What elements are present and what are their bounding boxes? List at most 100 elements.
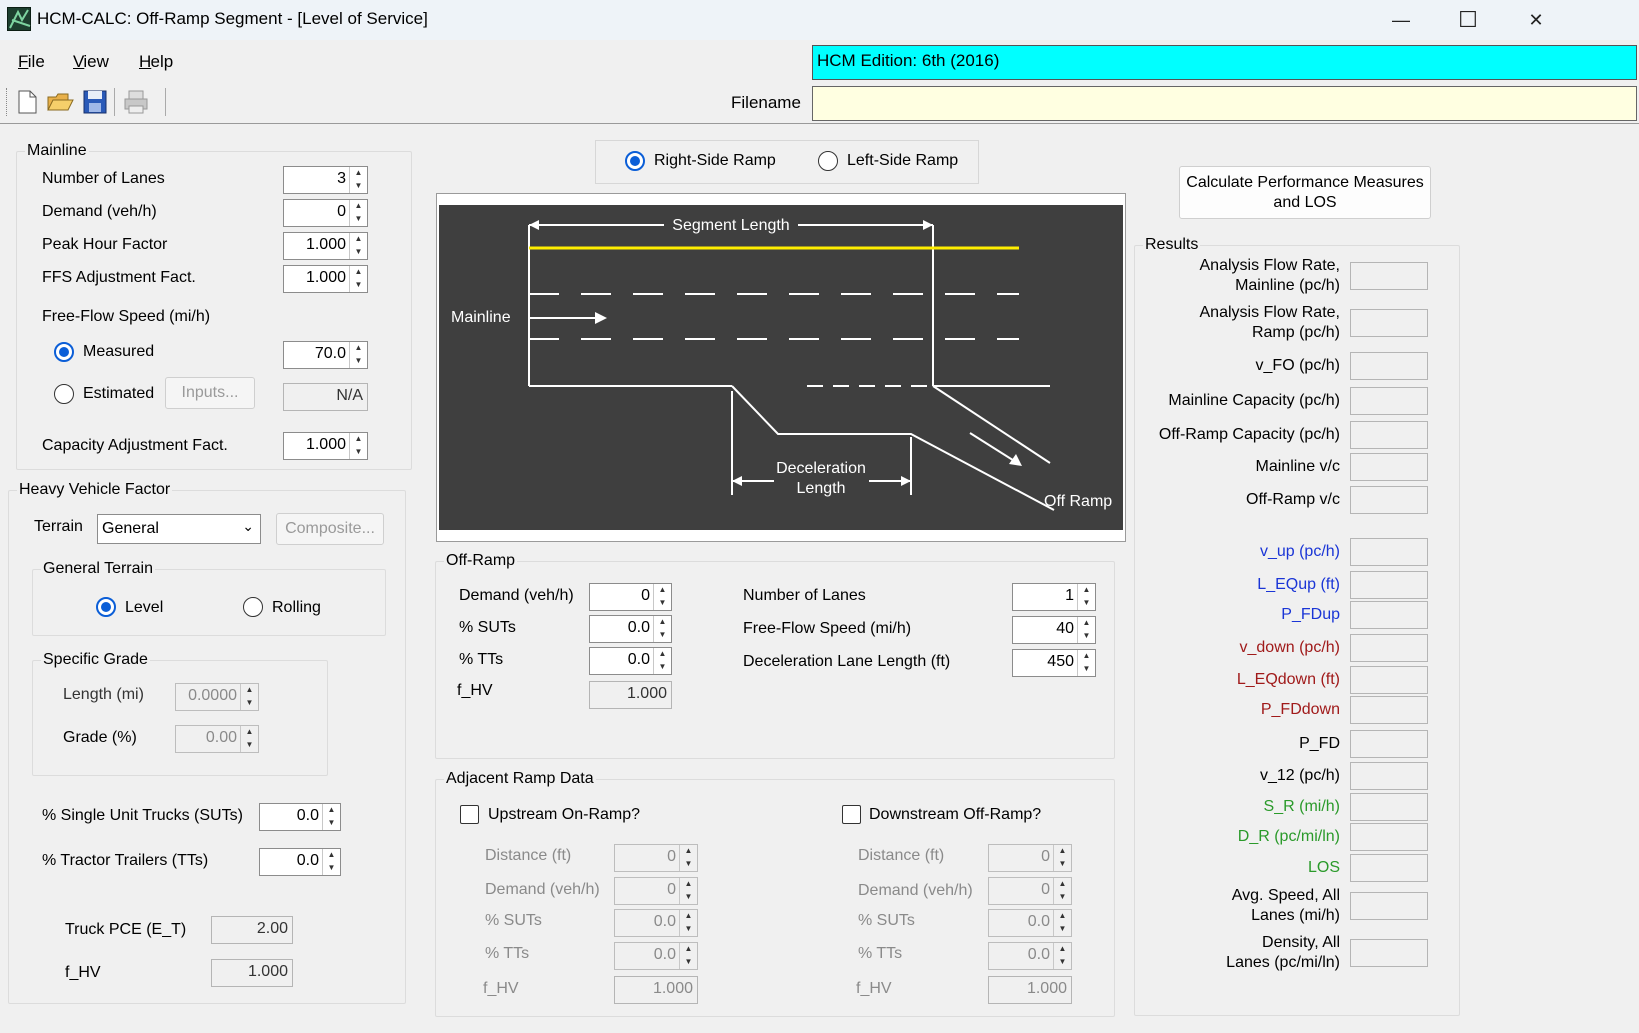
- spin-down-icon[interactable]: ▼: [1054, 891, 1071, 904]
- spin-up-icon[interactable]: ▲: [1054, 845, 1071, 858]
- tts-stepper[interactable]: 0.0 ▲ ▼: [259, 848, 341, 876]
- calculate-button[interactable]: Calculate Performance Measures and LOS: [1179, 166, 1431, 219]
- suts-stepper[interactable]: 0.0 ▲ ▼: [259, 803, 341, 831]
- hv-legend: Heavy Vehicle Factor: [19, 481, 171, 498]
- decel-length-stepper[interactable]: 450 ▲ ▼: [1012, 649, 1096, 677]
- spin-up-icon[interactable]: ▲: [680, 910, 697, 923]
- spin-down-icon[interactable]: ▼: [680, 956, 697, 969]
- spin-up-icon[interactable]: ▲: [680, 943, 697, 956]
- spin-up-icon[interactable]: ▲: [350, 433, 367, 446]
- open-folder-icon[interactable]: [46, 88, 74, 116]
- spin-down-icon[interactable]: ▼: [654, 661, 671, 674]
- spin-up-icon[interactable]: ▲: [350, 167, 367, 180]
- spin-down-icon[interactable]: ▼: [350, 180, 367, 193]
- spin-down-icon[interactable]: ▼: [1078, 630, 1095, 643]
- menu-view[interactable]: VView: [73, 52, 109, 72]
- offramp-suts-stepper[interactable]: 0.0 ▲ ▼: [589, 615, 672, 643]
- ffs-adj-stepper[interactable]: 1.000 ▲ ▼: [283, 265, 368, 293]
- up-distance-stepper[interactable]: 0 ▲ ▼: [614, 844, 698, 872]
- new-file-icon[interactable]: [14, 88, 40, 116]
- inputs-button[interactable]: Inputs...: [165, 377, 255, 409]
- level-radio[interactable]: [96, 597, 116, 617]
- close-button[interactable]: ✕: [1523, 8, 1549, 32]
- composite-button[interactable]: Composite...: [276, 513, 384, 545]
- result-label-line-1: Off-Ramp Capacity (pc/h): [1158, 426, 1340, 443]
- save-icon[interactable]: [82, 88, 108, 116]
- spin-up-icon[interactable]: ▲: [350, 233, 367, 246]
- spin-up-icon[interactable]: ▲: [654, 616, 671, 629]
- offramp-ffs-stepper[interactable]: 40 ▲ ▼: [1012, 616, 1096, 644]
- spin-down-icon[interactable]: ▼: [350, 446, 367, 459]
- result-value: [1350, 939, 1428, 967]
- spin-up-icon[interactable]: ▲: [1078, 650, 1095, 663]
- down-tts-stepper[interactable]: 0.0 ▲ ▼: [988, 942, 1072, 970]
- spin-down-icon[interactable]: ▼: [350, 355, 367, 368]
- left-side-radio[interactable]: [818, 151, 838, 171]
- spin-down-icon[interactable]: ▼: [680, 858, 697, 871]
- spin-down-icon[interactable]: ▼: [350, 246, 367, 259]
- spin-up-icon[interactable]: ▲: [654, 584, 671, 597]
- spin-up-icon[interactable]: ▲: [1078, 617, 1095, 630]
- spin-up-icon[interactable]: ▲: [323, 804, 340, 817]
- toolbar-grip: [6, 88, 9, 116]
- menu-help[interactable]: HHelp: [139, 52, 173, 72]
- spin-down-icon[interactable]: ▼: [680, 891, 697, 904]
- menu-file[interactable]: FFile: [18, 52, 45, 72]
- right-side-radio[interactable]: [625, 151, 645, 171]
- up-demand-stepper[interactable]: 0 ▲ ▼: [614, 877, 698, 905]
- upstream-onramp-checkbox[interactable]: [460, 805, 479, 824]
- offramp-tts-stepper[interactable]: 0.0 ▲ ▼: [589, 647, 672, 675]
- mainline-demand-stepper[interactable]: 0 ▲ ▼: [283, 199, 368, 227]
- down-suts-stepper[interactable]: 0.0 ▲ ▼: [988, 909, 1072, 937]
- spin-up-icon[interactable]: ▲: [323, 849, 340, 862]
- spin-up-icon[interactable]: ▲: [1054, 943, 1071, 956]
- cap-adj-stepper[interactable]: 1.000 ▲ ▼: [283, 432, 368, 460]
- up-suts-stepper[interactable]: 0.0 ▲ ▼: [614, 909, 698, 937]
- spin-down-icon[interactable]: ▼: [680, 923, 697, 936]
- spin-up-icon[interactable]: ▲: [350, 342, 367, 355]
- filename-field[interactable]: [812, 86, 1637, 121]
- spin-down-icon[interactable]: ▼: [323, 817, 340, 830]
- spin-up-icon[interactable]: ▲: [654, 648, 671, 661]
- spin-up-icon[interactable]: ▲: [241, 684, 258, 697]
- down-demand-stepper[interactable]: 0 ▲ ▼: [988, 877, 1072, 905]
- spin-down-icon[interactable]: ▼: [350, 279, 367, 292]
- print-icon[interactable]: [122, 88, 148, 116]
- spin-up-icon[interactable]: ▲: [1054, 910, 1071, 923]
- spin-up-icon[interactable]: ▲: [1078, 584, 1095, 597]
- grade-percent-stepper[interactable]: 0.00 ▲ ▼: [175, 725, 259, 753]
- spin-down-icon[interactable]: ▼: [1078, 663, 1095, 676]
- spin-up-icon[interactable]: ▲: [680, 845, 697, 858]
- spin-down-icon[interactable]: ▼: [323, 862, 340, 875]
- downstream-offramp-checkbox[interactable]: [842, 805, 861, 824]
- spin-down-icon[interactable]: ▼: [1054, 858, 1071, 871]
- up-tts-stepper[interactable]: 0.0 ▲ ▼: [614, 942, 698, 970]
- spin-down-icon[interactable]: ▼: [654, 629, 671, 642]
- terrain-select[interactable]: General ⌄: [97, 514, 261, 544]
- maximize-button[interactable]: ☐: [1455, 8, 1481, 32]
- spin-down-icon[interactable]: ▼: [1078, 597, 1095, 610]
- spin-up-icon[interactable]: ▲: [350, 266, 367, 279]
- spin-down-icon[interactable]: ▼: [350, 213, 367, 226]
- spin-up-icon[interactable]: ▲: [350, 200, 367, 213]
- mainline-legend: Mainline: [27, 142, 87, 159]
- down-distance-stepper[interactable]: 0 ▲ ▼: [988, 844, 1072, 872]
- measured-radio[interactable]: [54, 342, 74, 362]
- spin-up-icon[interactable]: ▲: [1054, 878, 1071, 891]
- measured-ffs-stepper[interactable]: 70.0 ▲ ▼: [283, 341, 368, 369]
- estimated-radio[interactable]: [54, 384, 74, 404]
- offramp-demand-stepper[interactable]: 0 ▲ ▼: [589, 583, 672, 611]
- spin-down-icon[interactable]: ▼: [654, 597, 671, 610]
- spin-down-icon[interactable]: ▼: [241, 697, 258, 710]
- spin-up-icon[interactable]: ▲: [241, 726, 258, 739]
- offramp-lanes-stepper[interactable]: 1 ▲ ▼: [1012, 583, 1096, 611]
- spin-up-icon[interactable]: ▲: [680, 878, 697, 891]
- spin-down-icon[interactable]: ▼: [1054, 956, 1071, 969]
- phf-stepper[interactable]: 1.000 ▲ ▼: [283, 232, 368, 260]
- grade-length-stepper[interactable]: 0.0000 ▲ ▼: [175, 683, 259, 711]
- mainline-lanes-stepper[interactable]: 3 ▲ ▼: [283, 166, 368, 194]
- minimize-button[interactable]: —: [1388, 8, 1414, 32]
- spin-down-icon[interactable]: ▼: [241, 739, 258, 752]
- spin-down-icon[interactable]: ▼: [1054, 923, 1071, 936]
- rolling-radio[interactable]: [243, 597, 263, 617]
